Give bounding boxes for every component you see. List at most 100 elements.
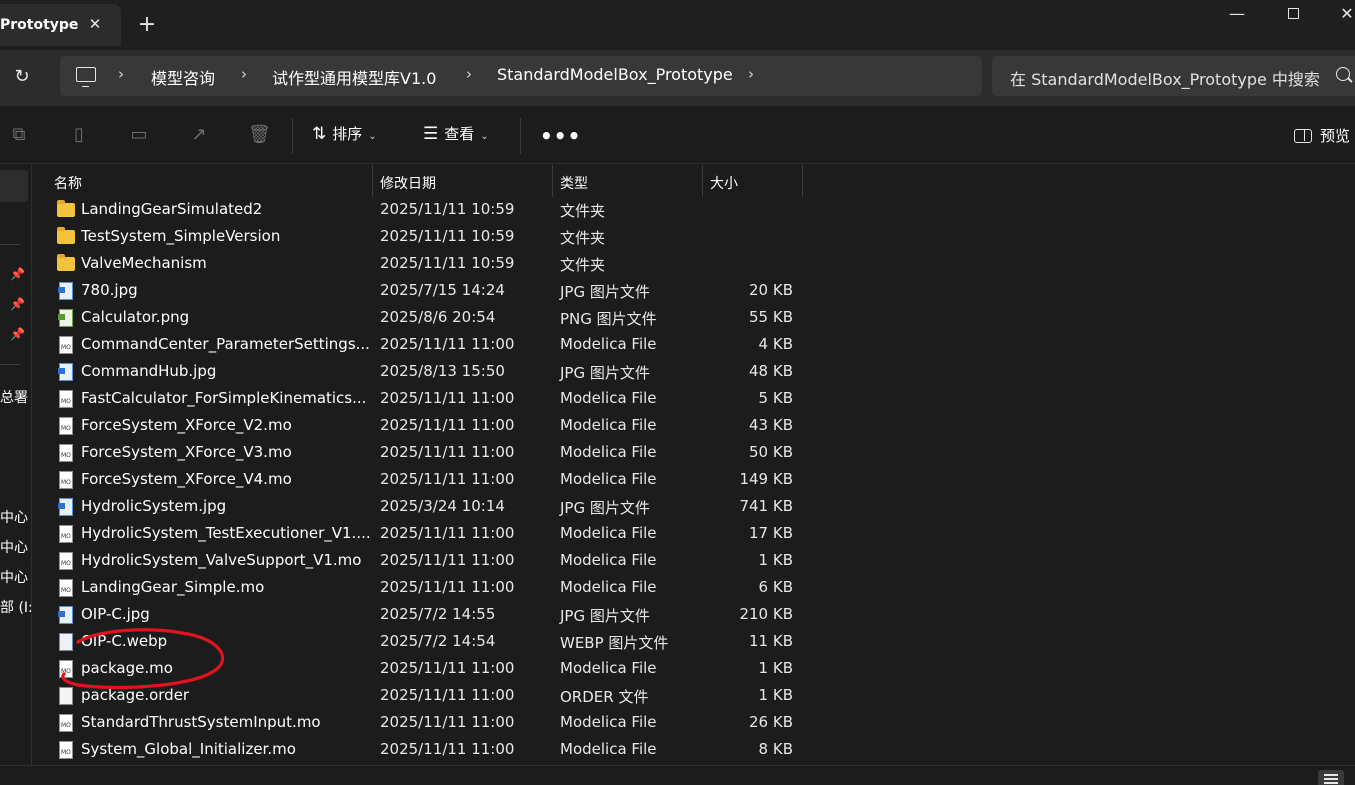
file-date: 2025/7/2 14:54 (380, 632, 496, 650)
file-row[interactable]: FastCalculator_ForSimpleKinematics... 202… (53, 386, 813, 413)
file-row[interactable]: LandingGear_Simple.mo 2025/11/11 11:00 Mod… (53, 575, 813, 602)
file-name[interactable]: Calculator.png (81, 308, 371, 326)
file-row[interactable]: package.order 2025/11/11 11:00 ORDER 文件 1 K… (53, 683, 813, 710)
details-view-icon (1324, 778, 1338, 780)
file-name[interactable]: package.mo (81, 659, 371, 677)
file-row[interactable]: TestSystem_SimpleVersion 2025/11/11 10:59… (53, 224, 813, 251)
file-row[interactable]: 780.jpg 2025/7/15 14:24 JPG 图片文件 20 KB (53, 278, 813, 305)
pin-icon[interactable]: 📌 (10, 327, 25, 341)
file-row[interactable]: ForceSystem_XForce_V2.mo 2025/11/11 11:00… (53, 413, 813, 440)
tab-close-icon[interactable]: ✕ (84, 13, 106, 35)
breadcrumb-separator[interactable]: › (466, 65, 472, 83)
file-name[interactable]: TestSystem_SimpleVersion (81, 227, 371, 245)
column-divider[interactable] (372, 165, 373, 197)
column-header-size[interactable]: 大小 (710, 173, 738, 193)
refresh-icon[interactable]: ↻ (10, 65, 34, 89)
file-name[interactable]: HydrolicSystem.jpg (81, 497, 371, 515)
file-name[interactable]: ForceSystem_XForce_V3.mo (81, 443, 371, 461)
nav-item[interactable]: 中心 (0, 507, 28, 527)
paste-icon[interactable]: ▯ (68, 124, 90, 146)
modelica-file-icon (59, 525, 73, 543)
delete-icon[interactable]: 🗑 (248, 124, 271, 146)
file-name[interactable]: package.order (81, 686, 371, 704)
file-name[interactable]: ForceSystem_XForce_V4.mo (81, 470, 371, 488)
file-row[interactable]: CommandHub.jpg 2025/8/13 15:50 JPG 图片文件 48 … (53, 359, 813, 386)
file-size: 50 KB (749, 443, 793, 461)
breadcrumb-item-0[interactable]: 模型咨询 (151, 65, 215, 89)
column-header-date[interactable]: 修改日期 (380, 173, 436, 193)
file-row[interactable]: HydrolicSystem.jpg 2025/3/24 10:14 JPG 图片文… (53, 494, 813, 521)
file-row[interactable]: LandingGearSimulated2 2025/11/11 10:59 文件夹 (53, 197, 813, 224)
new-tab-button[interactable]: + (136, 14, 158, 36)
pin-icon[interactable]: 📌 (10, 267, 25, 281)
details-view-icon (1324, 774, 1338, 776)
search-placeholder[interactable]: 在 StandardModelBox_Prototype 中搜索 (1010, 66, 1320, 90)
file-name[interactable]: LandingGearSimulated2 (81, 200, 371, 218)
tab-active[interactable]: Prototype ✕ (0, 4, 121, 46)
file-row[interactable]: Calculator.png 2025/8/6 20:54 PNG 图片文件 55 K… (53, 305, 813, 332)
nav-item[interactable]: 部 (I: (0, 597, 31, 617)
file-name[interactable]: FastCalculator_ForSimpleKinematics... (81, 389, 371, 407)
file-name[interactable]: ValveMechanism (81, 254, 371, 272)
toolbar-divider (292, 118, 293, 154)
pin-icon[interactable]: 📌 (10, 297, 25, 311)
preview-pane-button[interactable]: 预览 (1294, 125, 1350, 146)
file-size: 741 KB (739, 497, 793, 515)
breadcrumb-separator[interactable]: › (748, 65, 754, 83)
file-row[interactable]: HydrolicSystem_ValveSupport_V1.mo 2025/11… (53, 548, 813, 575)
file-row[interactable]: System_Global_Initializer.mo 2025/11/11 1… (53, 737, 813, 764)
file-name[interactable]: ForceSystem_XForce_V2.mo (81, 416, 371, 434)
column-divider[interactable] (702, 165, 703, 197)
close-window-button[interactable]: ✕ (1332, 4, 1355, 26)
maximize-button[interactable] (1278, 4, 1308, 26)
share-icon[interactable]: ↗ (188, 124, 210, 146)
file-row[interactable]: StandardThrustSystemInput.mo 2025/11/11 1… (53, 710, 813, 737)
address-bar[interactable]: › 模型咨询 › 试作型通用模型库V1.0 › StandardModelBox… (60, 56, 982, 96)
nav-item[interactable]: 中心 (0, 567, 28, 587)
details-view-icon (1324, 782, 1338, 784)
breadcrumb-item-2[interactable]: StandardModelBox_Prototype (497, 65, 733, 84)
file-row[interactable]: OIP-C.webp 2025/7/2 14:54 WEBP 图片文件 11 KB (53, 629, 813, 656)
file-name[interactable]: LandingGear_Simple.mo (81, 578, 371, 596)
file-name[interactable]: HydrolicSystem_TestExecutioner_V1.... (81, 524, 371, 542)
details-view-button[interactable] (1318, 770, 1344, 785)
file-size: 5 KB (758, 389, 793, 407)
nav-item[interactable]: 总署 (0, 387, 28, 407)
rename-icon[interactable]: ▭ (128, 124, 150, 146)
column-header-name[interactable]: 名称 (54, 173, 82, 193)
view-button[interactable]: ☰ 查看 ⌄ (423, 123, 489, 147)
folder-icon (57, 254, 75, 271)
file-row[interactable]: ValveMechanism 2025/11/11 10:59 文件夹 (53, 251, 813, 278)
file-row[interactable]: OIP-C.jpg 2025/7/2 14:55 JPG 图片文件 210 KB (53, 602, 813, 629)
nav-item-selected[interactable] (0, 170, 28, 202)
file-row[interactable]: ForceSystem_XForce_V3.mo 2025/11/11 11:00… (53, 440, 813, 467)
file-name[interactable]: OIP-C.jpg (81, 605, 371, 623)
this-pc-icon[interactable] (76, 67, 96, 87)
more-options-button[interactable]: ••• (540, 124, 581, 148)
file-row[interactable]: package.mo 2025/11/11 11:00 Modelica File 1… (53, 656, 813, 683)
file-name[interactable]: HydrolicSystem_ValveSupport_V1.mo (81, 551, 371, 569)
file-row[interactable]: HydrolicSystem_TestExecutioner_V1.... 202… (53, 521, 813, 548)
copy-icon[interactable]: ⧉ (8, 124, 30, 146)
search-box[interactable]: 在 StandardModelBox_Prototype 中搜索 (992, 56, 1355, 96)
search-icon[interactable] (1336, 67, 1350, 81)
tab-title: Prototype (0, 17, 79, 33)
file-name[interactable]: System_Global_Initializer.mo (81, 740, 371, 758)
file-name[interactable]: CommandHub.jpg (81, 362, 371, 380)
file-name[interactable]: CommandCenter_ParameterSettings.... (81, 335, 371, 353)
column-divider[interactable] (802, 165, 803, 197)
file-name[interactable]: 780.jpg (81, 281, 371, 299)
column-header-type[interactable]: 类型 (560, 173, 588, 193)
nav-item[interactable]: 中心 (0, 537, 28, 557)
file-name[interactable]: OIP-C.webp (81, 632, 371, 650)
breadcrumb-separator[interactable]: › (118, 65, 124, 83)
file-name[interactable]: StandardThrustSystemInput.mo (81, 713, 371, 731)
breadcrumb-item-1[interactable]: 试作型通用模型库V1.0 (272, 65, 436, 89)
file-row[interactable]: CommandCenter_ParameterSettings.... 2025/… (53, 332, 813, 359)
minimize-button[interactable]: — (1222, 4, 1252, 26)
file-row[interactable]: ForceSystem_XForce_V4.mo 2025/11/11 11:00… (53, 467, 813, 494)
breadcrumb-separator[interactable]: › (241, 65, 247, 83)
column-divider[interactable] (552, 165, 553, 197)
sort-button[interactable]: ⇅ 排序 ⌄ (312, 123, 377, 147)
file-size: 55 KB (749, 308, 793, 326)
